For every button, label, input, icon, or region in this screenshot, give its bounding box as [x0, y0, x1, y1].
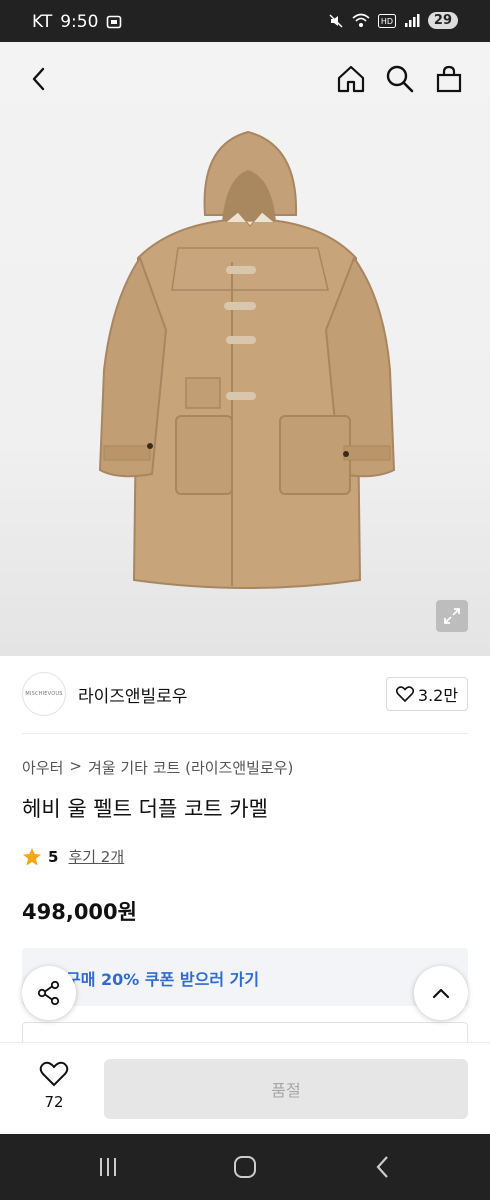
coupon-text: 구매 20% 쿠폰 받으러 가기	[66, 970, 260, 989]
search-button[interactable]	[383, 62, 417, 96]
back-button[interactable]	[22, 62, 56, 96]
expand-image-button[interactable]	[436, 600, 468, 632]
wish-button[interactable]: 72	[34, 1061, 74, 1111]
expand-icon	[444, 608, 460, 624]
home-button[interactable]	[334, 62, 368, 96]
back-system-button[interactable]	[366, 1152, 400, 1182]
brand-like-button[interactable]: 3.2만	[386, 677, 468, 711]
svg-text:HD: HD	[381, 17, 393, 26]
breadcrumb-subcategory[interactable]: 겨울 기타 코트 (라이즈앤빌로우)	[88, 757, 293, 778]
product-title: 헤비 울 펠트 더플 코트 카멜	[22, 797, 268, 821]
chevron-left-icon	[32, 67, 45, 91]
review-link[interactable]: 후기 2개	[68, 846, 124, 867]
brand-row: MISCHIEVOUS 라이즈앤빌로우 3.2만	[22, 672, 468, 716]
top-navigation	[0, 42, 490, 116]
coat-image	[98, 130, 396, 589]
wish-count: 72	[44, 1093, 64, 1111]
wifi-icon	[352, 13, 370, 27]
recent-apps-icon	[100, 1158, 116, 1176]
breadcrumb-separator: >	[69, 757, 82, 775]
breadcrumb: 아우터 > 겨울 기타 코트 (라이즈앤빌로우)	[22, 757, 293, 778]
search-icon	[386, 65, 414, 93]
back-arrow-icon	[376, 1156, 388, 1178]
home-icon	[337, 65, 365, 93]
clock: 9:50	[60, 12, 99, 32]
divider	[22, 733, 468, 734]
rating-score: 5	[48, 847, 59, 866]
brand-name[interactable]: 라이즈앤빌로우	[78, 682, 187, 707]
system-navigation-bar	[0, 1134, 490, 1200]
recent-apps-button[interactable]	[91, 1152, 125, 1182]
screen-record-icon	[107, 15, 122, 29]
status-bar: KT 9:50 HD 29	[0, 0, 490, 42]
coupon-banner[interactable]: 구매 20% 쿠폰 받으러 가기	[22, 948, 468, 1006]
home-system-button[interactable]	[228, 1152, 262, 1182]
share-button[interactable]	[22, 966, 76, 1020]
product-price: 498,000원	[22, 900, 137, 924]
brand-like-count: 3.2만	[417, 686, 459, 705]
bag-icon	[436, 65, 462, 93]
signal-icon	[404, 13, 420, 27]
bottom-action-bar: 72 품절	[0, 1042, 490, 1134]
carrier-label: KT	[32, 12, 53, 32]
heart-icon	[395, 686, 414, 702]
brand-logo-text: MISCHIEVOUS	[25, 691, 63, 697]
product-image[interactable]	[0, 42, 490, 656]
star-icon	[23, 847, 41, 865]
home-circle-icon	[234, 1156, 256, 1178]
sold-out-button[interactable]: 품절	[104, 1059, 468, 1119]
breadcrumb-category[interactable]: 아우터	[22, 757, 63, 778]
hd-icon: HD	[377, 13, 396, 28]
scroll-top-button[interactable]	[414, 966, 468, 1020]
chevron-up-icon	[432, 988, 450, 999]
share-icon	[37, 980, 60, 1006]
cart-button[interactable]	[432, 62, 466, 96]
heart-icon	[39, 1061, 69, 1087]
battery-indicator: 29	[427, 12, 458, 29]
brand-logo[interactable]: MISCHIEVOUS	[22, 672, 66, 716]
rating: 5 후기 2개	[22, 846, 124, 867]
mute-icon	[329, 13, 343, 28]
